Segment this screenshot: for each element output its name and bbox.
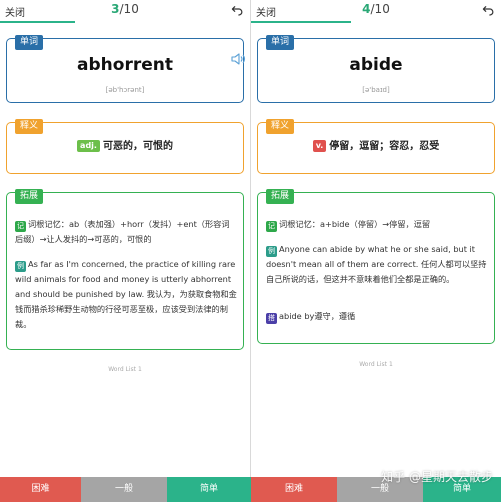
extension-card: 拓展 记词根记忆：a+bide（停留）→停留，逗留 例 Anyone can ab… xyxy=(257,189,495,344)
definition-text: 停留，逗留；容忍，忍受 xyxy=(329,141,440,152)
phrase-item: 搭 abide by遵守，遵循 xyxy=(266,309,488,324)
definition-text: 可恶的，可恨的 xyxy=(102,141,173,152)
word-tag: 单词 xyxy=(266,35,295,50)
word-tag: 单词 xyxy=(15,35,44,50)
phrase-text: abide by遵守，遵循 xyxy=(279,311,356,321)
mnemonic-text: 词根记忆：ab（表加强）+horr（发抖）+ent（形容词后缀）→让人发抖的→可… xyxy=(15,219,230,244)
word-card-screen-right: 关闭 4/10 单词 abide [ə'baɪd] 释义 v. 停留，逗留；容忍，… xyxy=(251,0,501,502)
phonetic: [ə'baɪd] xyxy=(362,86,390,94)
definition-tag: 释义 xyxy=(266,119,295,134)
headword: abhorrent xyxy=(77,55,173,75)
example-badge: 例 xyxy=(266,246,277,257)
speaker-icon[interactable] xyxy=(231,52,247,66)
example-text: Anyone can abide by what he or she said,… xyxy=(266,244,487,284)
extension-card: 拓展 记词根记忆：ab（表加强）+horr（发抖）+ent（形容词后缀）→让人发… xyxy=(6,189,244,350)
phonetic: [əb'hɔrənt] xyxy=(105,86,145,94)
definition-tag: 释义 xyxy=(15,119,44,134)
word-card: 单词 abide [ə'baɪd] xyxy=(257,35,495,103)
mnemonic-badge: 记 xyxy=(15,221,26,232)
mnemonic-item: 记词根记忆：ab（表加强）+horr（发抖）+ent（形容词后缀）→让人发抖的→… xyxy=(15,217,237,247)
mnemonic-item: 记词根记忆：a+bide（停留）→停留，逗留 xyxy=(266,217,488,232)
example-badge: 例 xyxy=(15,261,26,272)
part-of-speech-badge: v. xyxy=(312,140,327,152)
progress-bar xyxy=(0,21,75,23)
word-list-label: Word List 1 xyxy=(359,361,393,368)
example-text: As far as I'm concerned, the practice of… xyxy=(15,259,237,329)
definition-card: 释义 adj. 可恶的，可恨的 xyxy=(6,119,244,174)
definition-line: v. 停留，逗留；容忍，忍受 xyxy=(258,137,494,152)
counter-current: 3 xyxy=(111,2,120,16)
word-card-screen-left: 关闭 3/10 单词 abhorrent [əb'hɔrənt] 释义 adj.… xyxy=(0,0,250,502)
word-card: 单词 abhorrent [əb'hɔrənt] xyxy=(6,35,244,103)
undo-icon[interactable] xyxy=(482,3,495,16)
watermark: 知乎 @星期天去散步 xyxy=(381,470,493,484)
example-item: 例 As far as I'm concerned, the practice o… xyxy=(15,257,237,332)
hard-button-left[interactable]: 困难 xyxy=(0,477,81,502)
normal-button-left[interactable]: 一般 xyxy=(81,477,167,502)
definition-card: 释义 v. 停留，逗留；容忍，忍受 xyxy=(257,119,495,174)
counter-total: /10 xyxy=(370,2,390,16)
easy-button-left[interactable]: 简单 xyxy=(167,477,251,502)
headword: abide xyxy=(349,55,403,75)
hard-button-right[interactable]: 困难 xyxy=(251,477,337,502)
mnemonic-badge: 记 xyxy=(266,221,277,232)
top-bar: 关闭 3/10 xyxy=(0,0,250,22)
progress-counter: 4/10 xyxy=(251,2,501,16)
extension-tag: 拓展 xyxy=(15,189,44,204)
counter-total: /10 xyxy=(119,2,139,16)
part-of-speech-badge: adj. xyxy=(77,140,100,152)
word-list-label: Word List 1 xyxy=(108,366,142,373)
definition-line: adj. 可恶的，可恨的 xyxy=(7,137,243,152)
example-item: 例 Anyone can abide by what he or she said… xyxy=(266,242,488,287)
phrase-badge: 搭 xyxy=(266,313,277,324)
progress-counter: 3/10 xyxy=(0,2,250,16)
undo-icon[interactable] xyxy=(231,3,244,16)
progress-bar xyxy=(251,21,351,23)
mnemonic-text: 词根记忆：a+bide（停留）→停留，逗留 xyxy=(279,219,431,229)
extension-tag: 拓展 xyxy=(266,189,295,204)
counter-current: 4 xyxy=(362,2,371,16)
top-bar: 关闭 4/10 xyxy=(251,0,501,22)
